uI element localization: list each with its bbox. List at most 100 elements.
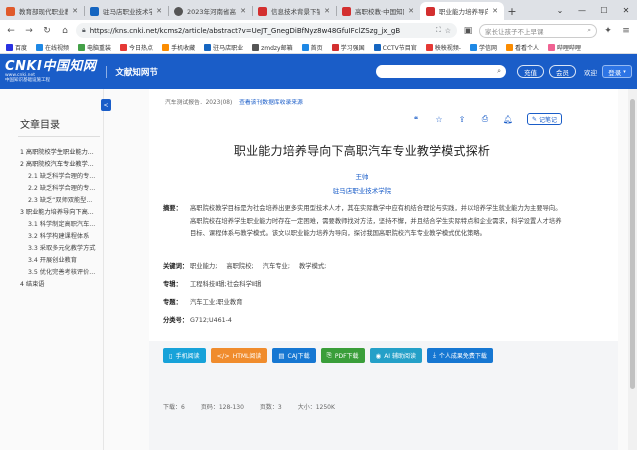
- article-author[interactable]: 王帅: [149, 171, 575, 181]
- mobile-read-button[interactable]: ▯ 手机阅读: [163, 348, 206, 363]
- browser-tab[interactable]: 教育部现代职业教 ✕: [0, 2, 84, 20]
- source-link[interactable]: 查看该刊数据库收录来源: [239, 100, 303, 106]
- reload-icon[interactable]: ↻: [40, 24, 54, 38]
- toc-item[interactable]: 3.3 采取多元化教学方式: [20, 241, 100, 253]
- page-scrollbar[interactable]: [628, 89, 637, 450]
- tab-close-icon[interactable]: ✕: [324, 7, 330, 15]
- login-button[interactable]: 登录 ▾: [602, 65, 632, 78]
- topic-label: 专题：: [163, 299, 182, 306]
- bookmark-item[interactable]: 驻马店职业: [204, 43, 243, 52]
- toc-item[interactable]: 2.3 缺乏“双师双能型...: [20, 193, 100, 205]
- tab-close-icon[interactable]: ✕: [72, 7, 78, 15]
- bookmark-item[interactable]: 看看个人: [505, 43, 539, 52]
- keyword-link[interactable]: 高职院校;: [226, 263, 253, 270]
- minimize-icon[interactable]: —: [571, 0, 593, 20]
- close-icon[interactable]: ✕: [615, 0, 637, 20]
- bookmark-item[interactable]: 学信网: [469, 43, 497, 52]
- tab-close-icon[interactable]: ✕: [408, 7, 414, 15]
- toc-item[interactable]: 3.2 科学构建课程体系: [20, 229, 100, 241]
- tab-favicon-icon: [258, 6, 267, 16]
- keyword-link[interactable]: 汽车专业;: [263, 263, 290, 270]
- tab-favicon-icon: [6, 6, 15, 16]
- bookmark-item[interactable]: 哔哩哔哩: [548, 43, 581, 52]
- bookmark-item[interactable]: CCTV节目官: [373, 43, 417, 52]
- toc-item[interactable]: 3.1 科学制定高职汽车...: [20, 217, 100, 229]
- bookmark-item[interactable]: 学习强国: [331, 43, 365, 52]
- toc-item[interactable]: 1 高职院校学生职业能力...: [20, 145, 100, 157]
- tab-close-icon[interactable]: ✕: [240, 7, 246, 15]
- bookmark-item[interactable]: 秧秧视频-: [425, 43, 461, 52]
- back-icon[interactable]: ←: [4, 24, 18, 38]
- keywords-row: 关键词： 职业能力; 高职院校; 汽车专业; 教学模式;: [163, 261, 563, 274]
- journal-source[interactable]: 汽车测试报告．2023(08): [165, 100, 232, 106]
- bookmark-star-icon[interactable]: ☆: [445, 27, 451, 35]
- new-tab-button[interactable]: +: [504, 2, 520, 20]
- bookmark-label: 秧秧视频-: [434, 44, 461, 52]
- forward-icon[interactable]: →: [22, 24, 36, 38]
- tab-title: 驻马店职业技术学: [103, 8, 153, 16]
- favorite-star-icon[interactable]: ☆: [432, 112, 446, 126]
- toc-item[interactable]: 3.4 开展创业教育: [20, 253, 100, 265]
- share-icon[interactable]: ⇪: [455, 112, 469, 126]
- member-button[interactable]: 会员: [549, 65, 576, 78]
- article-organization[interactable]: 驻马店职业技术学院: [149, 185, 575, 195]
- bookmark-item[interactable]: 今日热点: [120, 43, 153, 52]
- print-icon[interactable]: ⎙: [478, 112, 492, 126]
- toc-item[interactable]: 2 高职院校汽车专业教学...: [20, 157, 100, 169]
- toc-item[interactable]: 3 职业能力培养导向下高...: [20, 205, 100, 217]
- keyword-link[interactable]: 职业能力;: [190, 263, 217, 270]
- bookmark-item[interactable]: 手机收藏: [162, 43, 195, 52]
- maximize-icon[interactable]: ☐: [593, 0, 615, 20]
- cast-icon[interactable]: ▣: [461, 24, 475, 38]
- bookmark-label: 首页: [310, 44, 323, 52]
- browser-tab[interactable]: 驻马店职业技术学 ✕: [84, 2, 168, 20]
- cnki-logo[interactable]: CNKI中国知网 www.cnki.net 中国知识基础设施工程: [5, 60, 96, 84]
- home-icon[interactable]: ⌂: [58, 24, 72, 38]
- browser-tab-active[interactable]: 职业能力培养导向 ✕: [420, 2, 504, 20]
- bell-icon[interactable]: 🔔︎: [501, 112, 515, 126]
- bookmark-icon: [301, 43, 309, 51]
- header-search-box[interactable]: ⌕: [376, 65, 506, 78]
- toc-item[interactable]: 4 结束语: [20, 277, 100, 289]
- take-note-button[interactable]: ✎ 记笔记: [527, 113, 563, 125]
- html-read-button[interactable]: </> HTML阅读: [210, 348, 268, 363]
- tab-close-icon[interactable]: ✕: [492, 7, 498, 15]
- phone-icon: ▯: [169, 351, 173, 360]
- bookmark-label: 驻马店职业: [213, 44, 244, 52]
- toc-item[interactable]: 3.5 优化完善考核评价...: [20, 265, 100, 277]
- recharge-button[interactable]: 充值: [517, 65, 544, 78]
- file-size: 大小：1250K: [297, 404, 335, 411]
- search-icon[interactable]: ⌕: [497, 67, 501, 76]
- topic-row: 专题： 汽车工业;职业教育: [163, 297, 563, 310]
- bookmark-item[interactable]: 首页: [301, 43, 323, 52]
- pdf-download-button[interactable]: ⎘ PDF下载: [320, 348, 365, 363]
- bookmark-item[interactable]: 在线视频: [36, 43, 69, 52]
- toc-item[interactable]: 2.2 缺乏科学合理的专...: [20, 181, 100, 193]
- search-icon[interactable]: ⌕: [587, 26, 591, 35]
- extensions-icon[interactable]: ✦: [601, 24, 615, 38]
- caj-download-button[interactable]: ▤ CAJ下载: [272, 348, 316, 363]
- ai-read-label: AI 辅助阅读: [384, 353, 416, 360]
- tab-close-icon[interactable]: ✕: [156, 7, 162, 15]
- bookmark-item[interactable]: 电脑重装: [78, 43, 111, 52]
- toc-item[interactable]: 2.1 缺乏科学合理的专...: [20, 169, 100, 181]
- sidebar-collapse-button[interactable]: <: [101, 99, 111, 111]
- tab-favicon-icon: [174, 6, 183, 16]
- ai-read-button[interactable]: ◉ AI 辅助阅读: [369, 348, 422, 363]
- translate-icon[interactable]: ⛶: [436, 26, 441, 35]
- menu-icon[interactable]: ≡: [619, 24, 633, 38]
- browser-tab[interactable]: 高职校教·中国知网 ✕: [336, 2, 420, 20]
- browser-tab[interactable]: 2023年河南省高职 ✕: [168, 2, 252, 20]
- bookmark-label: 手机收藏: [171, 44, 196, 52]
- address-bar[interactable]: 🔒︎ https://kns.cnki.net/kcms2/article/ab…: [76, 23, 457, 38]
- keyword-link[interactable]: 教学模式;: [299, 263, 326, 270]
- bookmark-item[interactable]: zmdzy邮箱: [252, 43, 293, 52]
- chevron-down-icon[interactable]: ⌄: [549, 0, 571, 20]
- browser-tab[interactable]: 信息技术背景下铅 ✕: [252, 2, 336, 20]
- scrollbar-thumb[interactable]: [630, 99, 635, 389]
- free-download-button[interactable]: ⤓ 个人成果免费下载: [427, 348, 493, 363]
- bookmark-icon: [36, 43, 44, 51]
- search-input[interactable]: 家长让孩子不上早课 ⌕: [479, 23, 597, 38]
- quote-icon[interactable]: ❝: [409, 112, 423, 126]
- bookmark-item[interactable]: 百度: [6, 43, 27, 52]
